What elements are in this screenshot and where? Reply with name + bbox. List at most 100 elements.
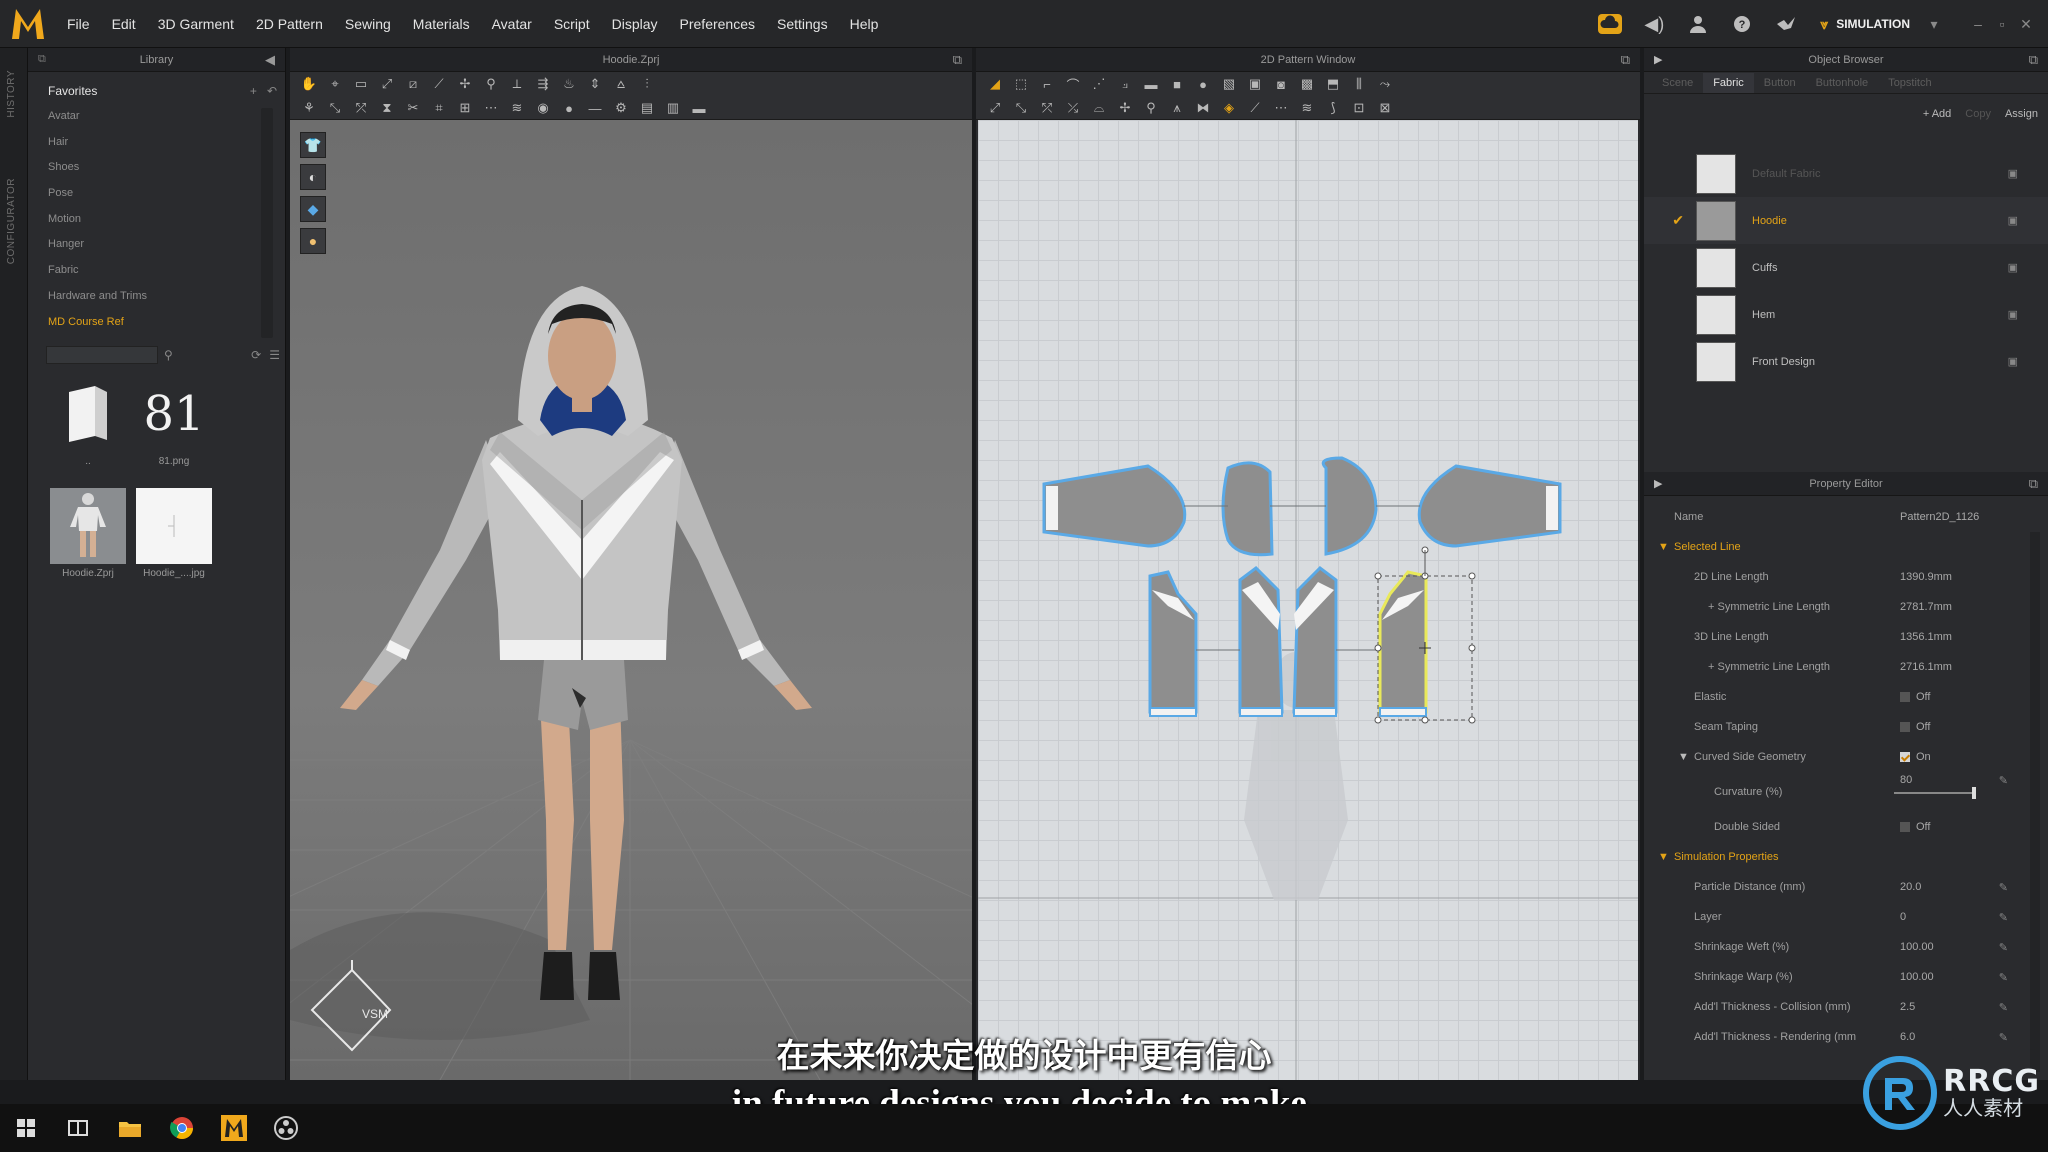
avatar-skin-icon[interactable]: ●	[300, 228, 326, 254]
notch-icon[interactable]: ⤳	[1372, 73, 1398, 95]
chrome-icon[interactable]	[156, 1104, 208, 1152]
menu-file[interactable]: File	[56, 0, 101, 48]
fabric-item-hem[interactable]: Hem ▣	[1644, 291, 2048, 338]
expand-arrow-icon[interactable]: ▶	[1654, 477, 1662, 490]
name-value[interactable]: Pattern2D_1126	[1900, 511, 1979, 523]
menu-avatar[interactable]: Avatar	[481, 0, 543, 48]
configurator-tab[interactable]: CONFIGURATOR	[6, 178, 17, 264]
pattern-2d-canvas[interactable]	[978, 120, 1638, 1080]
save-fabric-icon[interactable]: ▣	[2008, 214, 2018, 227]
garment-fit-icon[interactable]: ⇕	[582, 73, 608, 95]
cut-icon[interactable]: ✂	[400, 97, 426, 119]
dart-icon[interactable]: ▣	[1242, 73, 1268, 95]
internal-polygon-icon[interactable]: ▧	[1216, 73, 1242, 95]
hanger-icon[interactable]: ⩟	[608, 73, 634, 95]
steam-icon[interactable]: ♨	[556, 73, 582, 95]
library-search-input[interactable]	[46, 346, 158, 364]
texture-2d-icon[interactable]: ▩	[1294, 73, 1320, 95]
garment-display-icon[interactable]: 👕	[300, 132, 326, 158]
library-item-pose[interactable]: Pose	[28, 181, 285, 207]
trace-icon[interactable]: ◙	[1268, 73, 1294, 95]
texture-icon[interactable]: ▤	[634, 97, 660, 119]
add-fabric-button[interactable]: + Add	[1923, 108, 1951, 120]
rearrange-icon[interactable]: ⧓	[1190, 97, 1216, 119]
menu-sewing[interactable]: Sewing	[334, 0, 402, 48]
cloud-sync-icon[interactable]	[1588, 0, 1632, 48]
pin-icon[interactable]: ⚲	[478, 73, 504, 95]
flatten-icon[interactable]: ⊞	[452, 97, 478, 119]
float-icon[interactable]: ⧉	[2029, 52, 2038, 68]
fabric-item-hoodie[interactable]: ✔ Hoodie ▣	[1644, 197, 2048, 244]
ruler-icon[interactable]: ⊠	[1372, 97, 1398, 119]
float-icon[interactable]: ⧉	[2029, 476, 2038, 492]
tack-icon[interactable]: ✢	[452, 73, 478, 95]
float-icon[interactable]: ⧉	[38, 53, 46, 66]
edit-pencil-icon[interactable]: ✎	[1999, 941, 2008, 954]
edit-pencil-icon[interactable]: ✎	[1999, 774, 2008, 787]
fabric-render-icon[interactable]: ◆	[300, 196, 326, 222]
baseline-icon[interactable]: ◈	[1216, 97, 1242, 119]
simulation-button[interactable]: ⩔ SIMULATION	[1808, 0, 1922, 48]
elastic-toggle[interactable]: Off	[1900, 691, 1930, 703]
tab-topstitch[interactable]: Topstitch	[1878, 73, 1941, 93]
line-tool-icon[interactable]: ⟋	[426, 73, 452, 95]
history-tab[interactable]: HISTORY	[6, 70, 17, 118]
tab-scene[interactable]: Scene	[1652, 73, 1703, 93]
property-scrollbar[interactable]	[2030, 532, 2040, 1072]
free-sewing-2d-icon[interactable]: ⤡	[1008, 97, 1034, 119]
menu-help[interactable]: Help	[839, 0, 890, 48]
transform-pattern-2d-icon[interactable]: ◢	[982, 73, 1008, 95]
free-sew-icon[interactable]: ⤱	[348, 97, 374, 119]
expand-arrow-icon[interactable]: ▶	[1654, 53, 1662, 66]
favorites-header[interactable]: Favorites + ↶	[28, 78, 285, 104]
tab-button[interactable]: Button	[1754, 73, 1806, 93]
tab-fabric[interactable]: Fabric	[1703, 73, 1754, 93]
copy-fabric-button[interactable]: Copy	[1965, 108, 1991, 120]
fabric-item-cuffs[interactable]: Cuffs ▣	[1644, 244, 2048, 291]
buttonhole-tool-icon[interactable]: ●	[556, 97, 582, 119]
list-view-icon[interactable]: ☰	[269, 348, 280, 362]
save-fabric-icon[interactable]: ▣	[2008, 308, 2018, 321]
curved-side-toggle[interactable]: On	[1900, 751, 1931, 763]
edit-curve-point-icon[interactable]: ⌐	[1034, 73, 1060, 95]
save-fabric-icon[interactable]: ▣	[2008, 261, 2018, 274]
line-2d-icon[interactable]: ⟋	[1242, 97, 1268, 119]
speaker-icon[interactable]: ◀)	[1632, 0, 1676, 48]
add-point-icon[interactable]: ⋰	[1086, 73, 1112, 95]
edit-pencil-icon[interactable]: ✎	[1999, 911, 2008, 924]
mn-sewing-icon[interactable]: ⤱	[1034, 97, 1060, 119]
grid-snap-icon[interactable]: ⊡	[1346, 97, 1372, 119]
library-item-fabric[interactable]: Fabric	[28, 258, 285, 284]
seam-taping-toggle[interactable]: Off	[1900, 721, 1930, 733]
edit-pencil-icon[interactable]: ✎	[1999, 971, 2008, 984]
edit-sewing-2d-icon[interactable]: ⩚	[1164, 97, 1190, 119]
curvature-slider[interactable]	[1894, 787, 1976, 799]
edit-pencil-icon[interactable]: ✎	[1999, 1001, 2008, 1014]
segment-sew-icon[interactable]: ⤡	[322, 97, 348, 119]
edit-pencil-icon[interactable]: ✎	[1999, 1031, 2008, 1044]
simulation-properties-section[interactable]: ▼ Simulation Properties	[1644, 842, 2048, 872]
back-icon[interactable]: ↶	[267, 84, 277, 98]
topstitch-icon[interactable]: ⋯	[478, 97, 504, 119]
fabric-item-default[interactable]: Default Fabric ▣	[1644, 150, 2048, 197]
property-value[interactable]: 100.00	[1900, 971, 1934, 983]
menu-script[interactable]: Script	[543, 0, 601, 48]
paint-icon[interactable]: ▬	[686, 97, 712, 119]
property-value[interactable]: 20.0	[1900, 881, 1921, 893]
edit-sewing-icon[interactable]: ⌗	[426, 97, 452, 119]
polygon-icon[interactable]: ⟓	[1112, 73, 1138, 95]
fabric-item-front-design[interactable]: Front Design ▣	[1644, 338, 2048, 385]
library-item-hanger[interactable]: Hanger	[28, 232, 285, 258]
menu-materials[interactable]: Materials	[402, 0, 481, 48]
topstitch-2d-icon[interactable]: ⋯	[1268, 97, 1294, 119]
menu-preferences[interactable]: Preferences	[669, 0, 766, 48]
menu-3d-garment[interactable]: 3D Garment	[147, 0, 245, 48]
measure-icon[interactable]: ⫶	[634, 73, 660, 95]
segment-sewing-2d-icon[interactable]: ⤢	[982, 97, 1008, 119]
edit-point-icon[interactable]: ⤢	[374, 73, 400, 95]
graphic-icon[interactable]: ▥	[660, 97, 686, 119]
windows-start-icon[interactable]	[0, 1104, 52, 1152]
bird-icon[interactable]	[1764, 0, 1808, 48]
property-value[interactable]: 100.00	[1900, 941, 1934, 953]
float-icon[interactable]: ⧉	[953, 52, 962, 68]
